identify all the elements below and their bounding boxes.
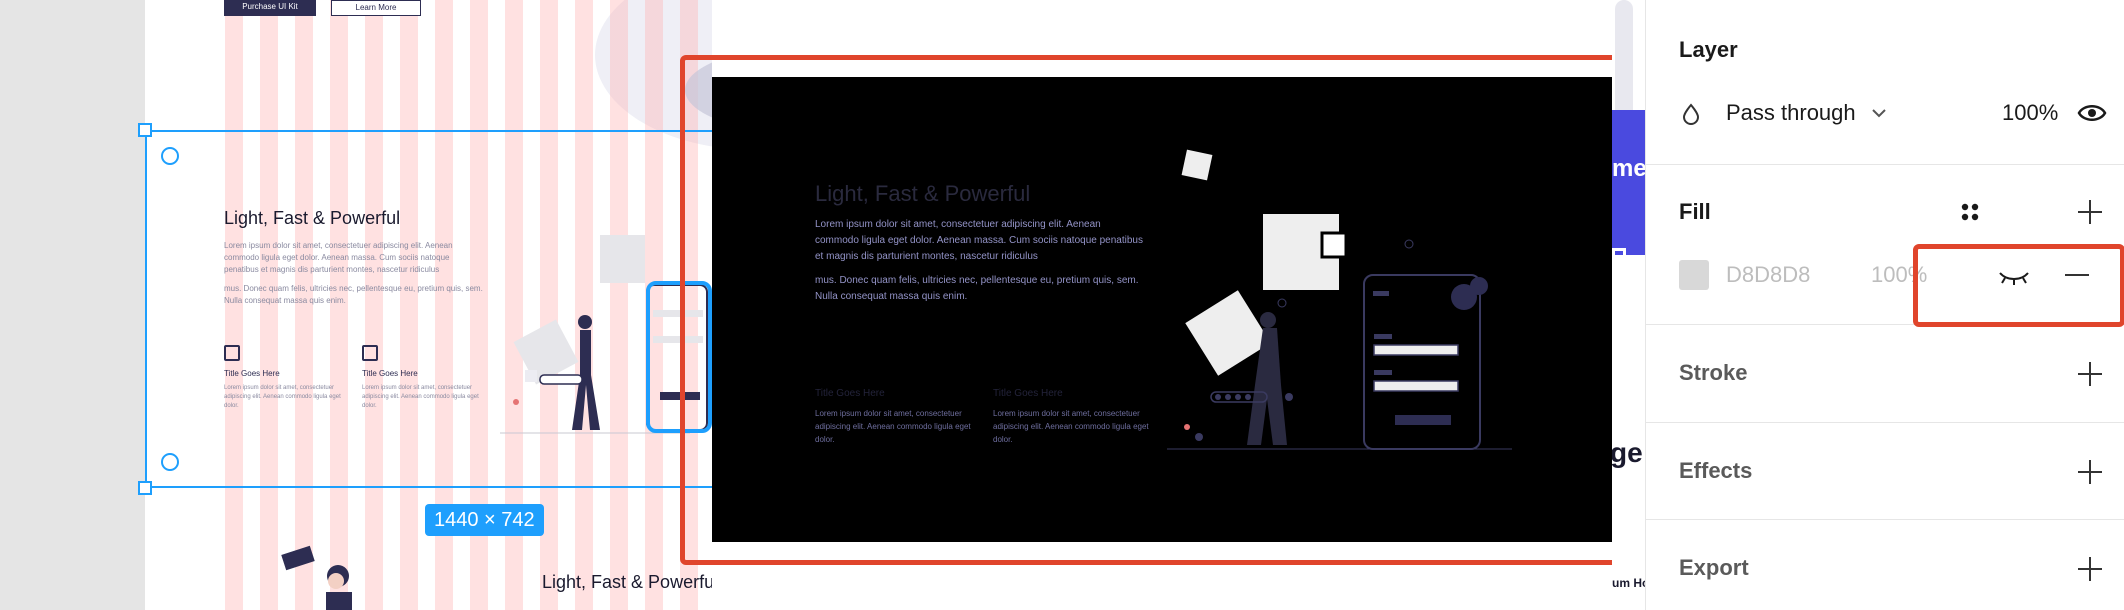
corner-radius-handle[interactable]: [161, 453, 179, 471]
layer-section: Layer Pass through 100%: [1646, 0, 2124, 165]
style-grid-icon[interactable]: [1959, 201, 1981, 223]
export-title: Export: [1679, 555, 1749, 580]
fill-color-swatch[interactable]: [1679, 260, 1709, 290]
person-illustration: [281, 545, 352, 610]
dimensions-label: 1440 × 742: [425, 504, 544, 536]
layer-opacity-input[interactable]: 100%: [2002, 100, 2058, 126]
learn-more-button[interactable]: Learn More: [331, 0, 421, 16]
add-export-icon[interactable]: [2078, 557, 2102, 581]
corner-radius-handle[interactable]: [161, 147, 179, 165]
effects-section: Effects: [1646, 423, 2124, 520]
blend-mode-dropdown[interactable]: Pass through: [1726, 100, 1856, 126]
fill-title: Fill: [1679, 199, 1711, 224]
add-fill-icon[interactable]: [2078, 200, 2102, 224]
design-editor: Purchase UI Kit Learn More Light, Fast &…: [0, 0, 2124, 610]
chevron-down-icon[interactable]: [1871, 107, 1887, 119]
resize-handle[interactable]: [138, 481, 152, 495]
button-fragment: [1612, 248, 1626, 276]
stroke-section: Stroke: [1646, 325, 2124, 423]
resize-handle[interactable]: [138, 123, 152, 137]
heading-fragment: ge: [1612, 437, 1643, 468]
layer-title: Layer: [1679, 37, 1738, 62]
selection-box[interactable]: [145, 130, 715, 488]
heading-fragment: me: [1612, 155, 1645, 182]
purchase-ui-kit-button[interactable]: Purchase UI Kit: [224, 0, 316, 16]
blend-mode-icon: [1682, 103, 1700, 125]
eye-icon[interactable]: [2077, 102, 2107, 124]
highlight-annotation: [680, 55, 1654, 565]
export-section: Export: [1646, 520, 2124, 610]
effects-title: Effects: [1679, 458, 1753, 483]
highlight-annotation: [1913, 244, 2124, 327]
add-effect-icon[interactable]: [2078, 460, 2102, 484]
stroke-title: Stroke: [1679, 360, 1748, 385]
fill-hex-input[interactable]: D8D8D8: [1726, 262, 1810, 288]
text-fragment: um Ho: [1612, 576, 1645, 590]
section-title: Light, Fast & Powerful: [542, 572, 719, 592]
add-stroke-icon[interactable]: [2078, 362, 2102, 386]
canvas-edge: me ge um Ho: [1612, 0, 1645, 610]
